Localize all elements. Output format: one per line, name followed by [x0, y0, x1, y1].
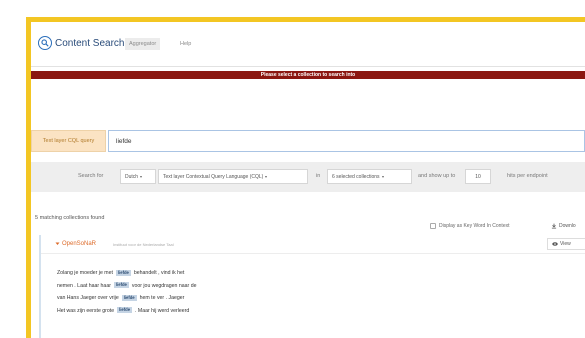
- keyword-highlight: liefde: [115, 269, 131, 276]
- right-context: hem te ver . Jaeger: [139, 295, 185, 301]
- collections-select[interactable]: 6 selected collections: [327, 169, 412, 184]
- navbar: Content Search Aggregator Help: [31, 22, 585, 67]
- matching-collections-count: 5 matching collections found: [35, 215, 105, 221]
- right-context: . Maar hij werd verleerd: [135, 307, 190, 314]
- list-item: Het was zijn eerste grote liefde. Maar hi…: [57, 305, 196, 318]
- kwic-lines: Zolang je moeder je met liefde behandelt ,…: [57, 267, 196, 317]
- search-options-panel: Search for Dutch Text layer Contextual Q…: [31, 162, 585, 192]
- language-select-value: Dutch: [125, 173, 139, 180]
- kwic-checkbox[interactable]: [430, 223, 436, 229]
- download-label: Downlo: [559, 223, 576, 229]
- keyword-highlight: liefde: [113, 282, 129, 289]
- corpus-institute: Instituut voor de Nederlandse Taal: [113, 242, 174, 247]
- left-context: van Hans Jaeger over vrije: [57, 295, 119, 301]
- left-context: Zolang je moeder je met: [57, 270, 113, 276]
- collections-select-value: 6 selected collections: [332, 173, 380, 180]
- tab-help[interactable]: Help: [180, 41, 191, 47]
- right-context: voor jou wegdragen naar de: [131, 282, 197, 289]
- browser-backdrop-top: [0, 0, 585, 17]
- caret-down-icon: [55, 242, 60, 245]
- kwic-toggle[interactable]: Display as Key Word In Context: [430, 223, 510, 229]
- query-type-select[interactable]: Text layer Contextual Query Language (CQ…: [158, 169, 308, 184]
- list-item: van Hans Jaeger over vrije liefde hem te v…: [57, 292, 196, 305]
- brand[interactable]: Content Search: [38, 36, 125, 50]
- caret-down-icon: [265, 175, 268, 178]
- corpus-toggle[interactable]: OpenSoNaR: [55, 241, 96, 247]
- brand-title: Content Search: [55, 37, 125, 49]
- eye-icon: [552, 242, 558, 246]
- left-context: nemen . Laat haar haar: [57, 282, 111, 289]
- browser-backdrop-left: [0, 0, 26, 338]
- in-label: in: [316, 173, 321, 179]
- show-up-to-label: and show up to: [418, 173, 456, 179]
- keyword-highlight: liefde: [121, 294, 137, 301]
- alert-message: Please select a collection to search int…: [260, 72, 356, 78]
- download-icon: [551, 223, 557, 229]
- right-context: behandelt , vind ik het: [133, 270, 185, 276]
- query-type-label: Text layer CQL query: [31, 130, 106, 152]
- download-button[interactable]: Downlo: [551, 223, 576, 229]
- caret-down-icon: [381, 175, 384, 178]
- result-card-header: OpenSoNaR Instituut voor de Nederlandse …: [41, 235, 585, 254]
- list-item: Zolang je moeder je met liefde behandelt ,…: [57, 267, 196, 280]
- language-select[interactable]: Dutch: [120, 169, 156, 184]
- query-type-select-value: Text layer Contextual Query Language (CQ…: [163, 173, 264, 180]
- query-row: Text layer CQL query liefde: [31, 130, 585, 152]
- alert-bar: Please select a collection to search int…: [31, 71, 585, 79]
- left-context: Het was zijn eerste grote: [57, 307, 115, 314]
- max-hits-input[interactable]: 10: [465, 169, 491, 184]
- content-search-app: Content Search Aggregator Help Please se…: [31, 22, 585, 338]
- corpus-name: OpenSoNaR: [62, 241, 97, 247]
- keyword-highlight: liefde: [117, 307, 133, 314]
- kwic-label: Display as Key Word In Context: [439, 223, 510, 229]
- query-input[interactable]: liefde: [108, 130, 585, 152]
- list-item: nemen . Laat haar haar liefde voor jou weg…: [57, 280, 196, 293]
- caret-down-icon: [140, 175, 143, 178]
- search-icon: [38, 36, 52, 50]
- view-label: View: [560, 241, 571, 247]
- view-button[interactable]: View: [547, 238, 585, 250]
- result-card: OpenSoNaR Instituut voor de Nederlandse …: [39, 235, 585, 338]
- search-for-label: Search for: [78, 173, 104, 179]
- hits-per-endpoint-label: hits per endpoint: [507, 173, 548, 179]
- tab-aggregator[interactable]: Aggregator: [125, 38, 161, 50]
